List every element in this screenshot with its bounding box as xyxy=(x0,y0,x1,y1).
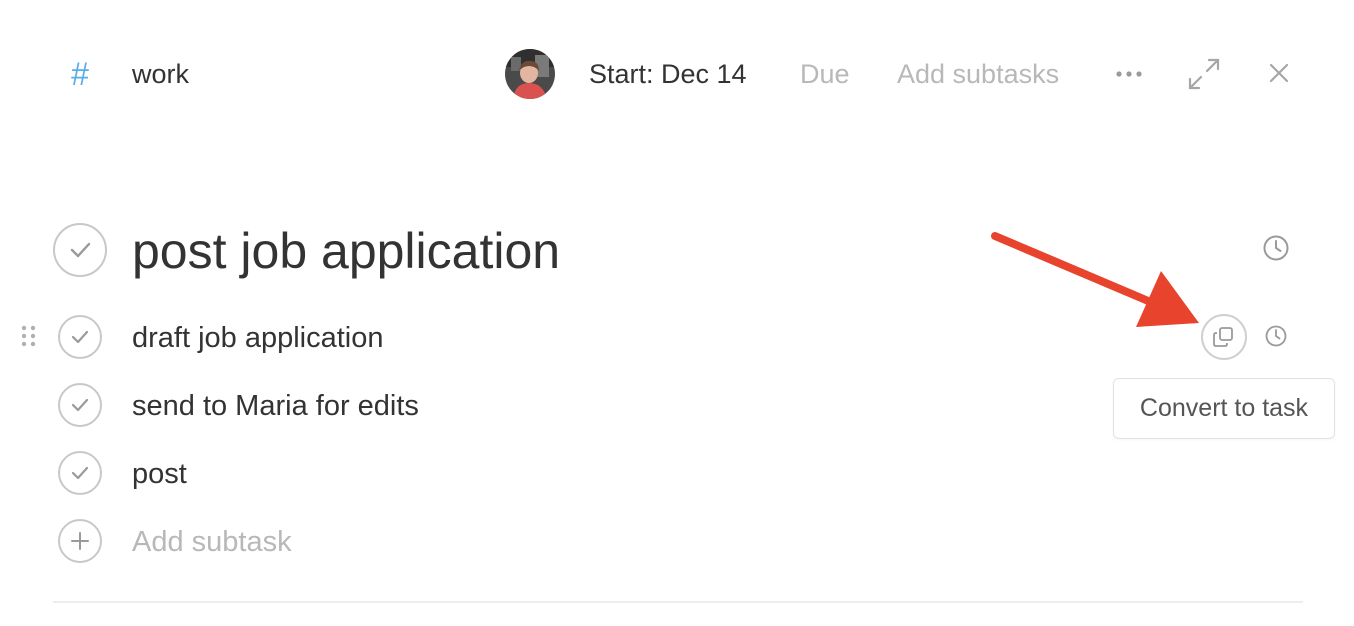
annotation-arrow xyxy=(991,232,1199,327)
copy-icon xyxy=(1213,327,1233,347)
add-subtasks-button[interactable]: Add subtasks xyxy=(897,55,1059,93)
checkmark-icon xyxy=(71,466,89,480)
project-name[interactable]: work xyxy=(132,55,189,93)
start-date-button[interactable]: Start: Dec 14 xyxy=(589,55,747,93)
expand-button[interactable] xyxy=(1186,56,1222,92)
convert-to-task-tooltip: Convert to task xyxy=(1113,378,1335,439)
hash-icon[interactable]: # xyxy=(64,52,96,96)
subtask-reminder-button[interactable] xyxy=(1263,323,1289,349)
convert-to-task-button[interactable] xyxy=(1201,314,1247,360)
task-title[interactable]: post job application xyxy=(132,220,560,282)
clock-icon xyxy=(1263,235,1289,261)
task-complete-checkbox[interactable] xyxy=(53,223,107,277)
more-horizontal-icon xyxy=(1116,71,1142,77)
assignee-avatar[interactable] xyxy=(505,49,555,99)
close-button[interactable] xyxy=(1264,58,1294,88)
subtask-checkbox[interactable] xyxy=(58,451,102,495)
subtask-label[interactable]: post xyxy=(132,454,187,494)
drag-handle-icon[interactable] xyxy=(18,322,40,350)
task-detail-panel: # work Start: Dec 14 Due Add subtasks po… xyxy=(0,0,1354,626)
divider xyxy=(53,601,1303,603)
checkmark-icon xyxy=(70,242,91,258)
more-options-button[interactable] xyxy=(1113,60,1145,88)
subtask-label[interactable]: send to Maria for edits xyxy=(132,386,419,426)
subtask-checkbox[interactable] xyxy=(58,383,102,427)
checkmark-icon xyxy=(71,398,89,412)
due-date-button[interactable]: Due xyxy=(800,55,850,93)
clock-icon xyxy=(1265,325,1287,347)
subtask-label[interactable]: draft job application xyxy=(132,318,384,358)
subtask-checkbox[interactable] xyxy=(58,315,102,359)
task-reminder-button[interactable] xyxy=(1260,232,1292,264)
add-subtask-button[interactable] xyxy=(58,519,102,563)
add-subtask-input[interactable]: Add subtask xyxy=(132,522,292,562)
checkmark-icon xyxy=(71,330,89,344)
expand-icon xyxy=(1188,58,1220,90)
plus-icon xyxy=(71,532,89,550)
close-icon xyxy=(1269,63,1289,83)
